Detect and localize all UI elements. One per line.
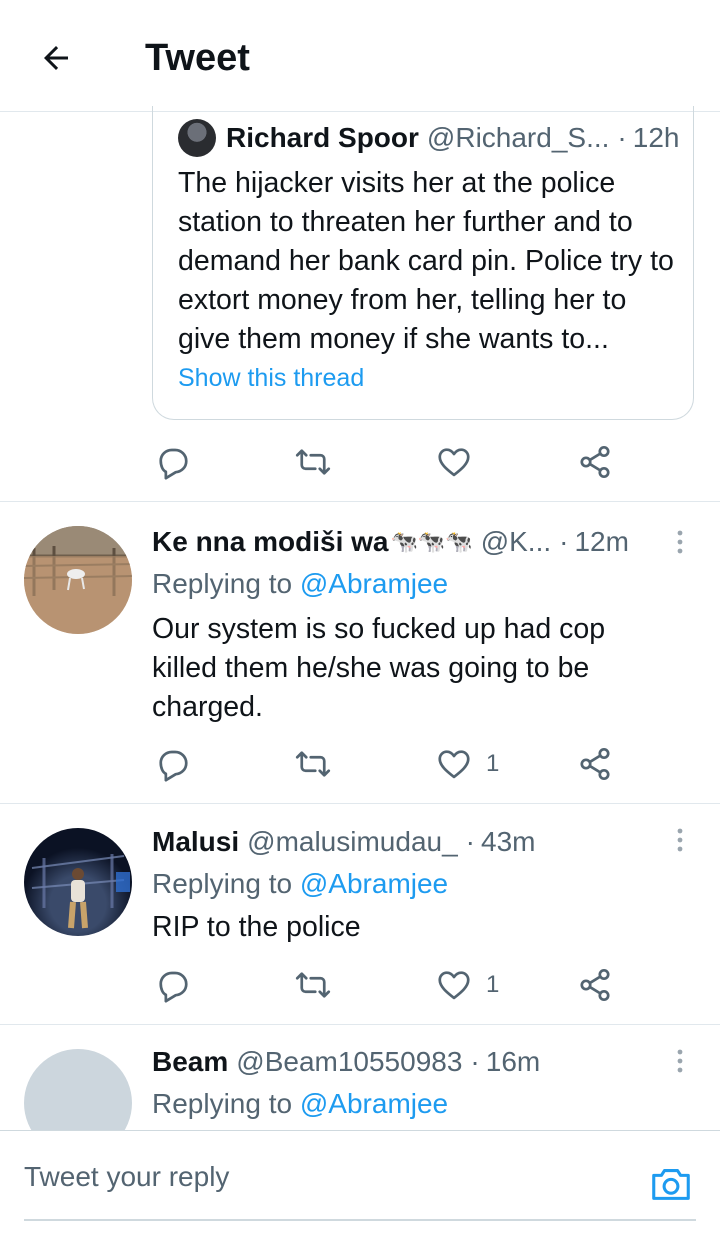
- replying-to: Replying to @Abramjee: [152, 868, 448, 900]
- retweet-icon: [295, 449, 331, 475]
- back-arrow-icon[interactable]: [34, 36, 78, 80]
- more-options-icon[interactable]: [666, 522, 694, 562]
- avatar[interactable]: [24, 526, 132, 634]
- timestamp[interactable]: 12h: [633, 122, 680, 154]
- tweet-header: Malusi @malusimudau_ · 43m: [152, 822, 535, 862]
- divider: [0, 803, 720, 804]
- author-handle: @Beam10550983: [236, 1046, 463, 1077]
- mention-link[interactable]: @Abramjee: [300, 1088, 448, 1119]
- divider: [0, 1024, 720, 1025]
- author-name[interactable]: Ke nna modiši wa: [152, 526, 389, 558]
- input-underline: [24, 1219, 696, 1221]
- tweet-text: Our system is so fucked up had cop kille…: [152, 613, 606, 723]
- reply-button[interactable]: [154, 440, 190, 484]
- share-button[interactable]: [577, 742, 613, 786]
- name-emoji: 🐄🐄🐄: [390, 529, 473, 554]
- reply-icon: [159, 971, 188, 1003]
- share-button[interactable]: [577, 963, 613, 1007]
- tweet-actions: 1: [152, 963, 632, 1007]
- like-button[interactable]: 1: [436, 742, 499, 786]
- more-options-icon[interactable]: [666, 820, 694, 860]
- separator-dot: ·: [470, 1046, 480, 1077]
- share-icon: [580, 445, 610, 479]
- heart-icon: [438, 750, 470, 779]
- avatar[interactable]: [178, 119, 216, 157]
- more-options-icon[interactable]: [666, 1041, 694, 1081]
- tweet-actions: 1: [152, 742, 632, 786]
- like-count: 1: [486, 750, 500, 777]
- author-name[interactable]: Malusi: [152, 826, 239, 858]
- retweet-button[interactable]: [295, 963, 331, 1007]
- retweet-button[interactable]: [295, 742, 331, 786]
- author-handle: @K...: [480, 526, 552, 557]
- tweet-header: Beam @Beam10550983 · 16m: [152, 1042, 540, 1082]
- camera-icon[interactable]: [648, 1161, 694, 1207]
- mention-link[interactable]: @Abramjee: [300, 868, 448, 899]
- author-name[interactable]: Richard Spoor: [226, 122, 419, 154]
- replying-to: Replying to @Abramjee: [152, 568, 448, 600]
- show-thread-link[interactable]: Show this thread: [178, 364, 364, 393]
- divider: [0, 501, 720, 502]
- tweet-header: Ke nna modiši wa 🐄🐄🐄 @K... · 12m: [152, 522, 629, 562]
- tweet-text: RIP to the police: [152, 911, 361, 943]
- reply-composer: Tweet your reply: [0, 1130, 720, 1233]
- like-button[interactable]: [436, 440, 486, 484]
- tweet-actions: [152, 440, 632, 484]
- share-icon: [580, 968, 610, 1002]
- top-app-bar: Tweet: [0, 0, 720, 112]
- timestamp[interactable]: 43m: [481, 826, 535, 858]
- timestamp[interactable]: 16m: [486, 1046, 540, 1078]
- author-handle: @Richard_S...: [426, 122, 610, 153]
- share-button[interactable]: [577, 440, 613, 484]
- author-name[interactable]: Beam: [152, 1046, 228, 1078]
- replying-to: Replying to @Abramjee: [152, 1088, 448, 1120]
- avatar-photo: [24, 526, 132, 634]
- reply-input[interactable]: Tweet your reply: [24, 1161, 229, 1193]
- retweet-icon: [295, 972, 331, 998]
- heart-icon: [438, 448, 470, 477]
- replying-to-prefix: Replying to: [152, 568, 300, 599]
- reply-button[interactable]: [154, 963, 190, 1007]
- share-icon: [580, 747, 610, 781]
- author-handle: @malusimudau_: [247, 826, 458, 857]
- mention-link[interactable]: @Abramjee: [300, 568, 448, 599]
- retweet-button[interactable]: [295, 440, 331, 484]
- like-button[interactable]: 1: [436, 963, 499, 1007]
- quoted-tweet-text: The hijacker visits her at the police st…: [178, 167, 674, 355]
- retweet-icon: [295, 751, 331, 777]
- like-count: 1: [486, 971, 500, 998]
- separator-dot: ·: [559, 526, 569, 557]
- timestamp[interactable]: 12m: [574, 526, 628, 558]
- separator-dot: ·: [465, 826, 475, 857]
- heart-icon: [438, 971, 470, 1000]
- avatar[interactable]: [24, 828, 132, 936]
- reply-icon: [159, 750, 188, 782]
- replying-to-prefix: Replying to: [152, 1088, 300, 1119]
- reply-icon: [159, 448, 188, 480]
- page-title: Tweet: [145, 37, 250, 79]
- avatar-photo: [31, 854, 130, 929]
- replying-to-prefix: Replying to: [152, 868, 300, 899]
- quoted-tweet-card[interactable]: Richard Spoor @Richard_S... · 12h The hi…: [152, 106, 694, 420]
- quoted-tweet-header: Richard Spoor @Richard_S... · 12h: [178, 118, 679, 158]
- separator-dot: ·: [617, 122, 627, 153]
- reply-button[interactable]: [154, 742, 190, 786]
